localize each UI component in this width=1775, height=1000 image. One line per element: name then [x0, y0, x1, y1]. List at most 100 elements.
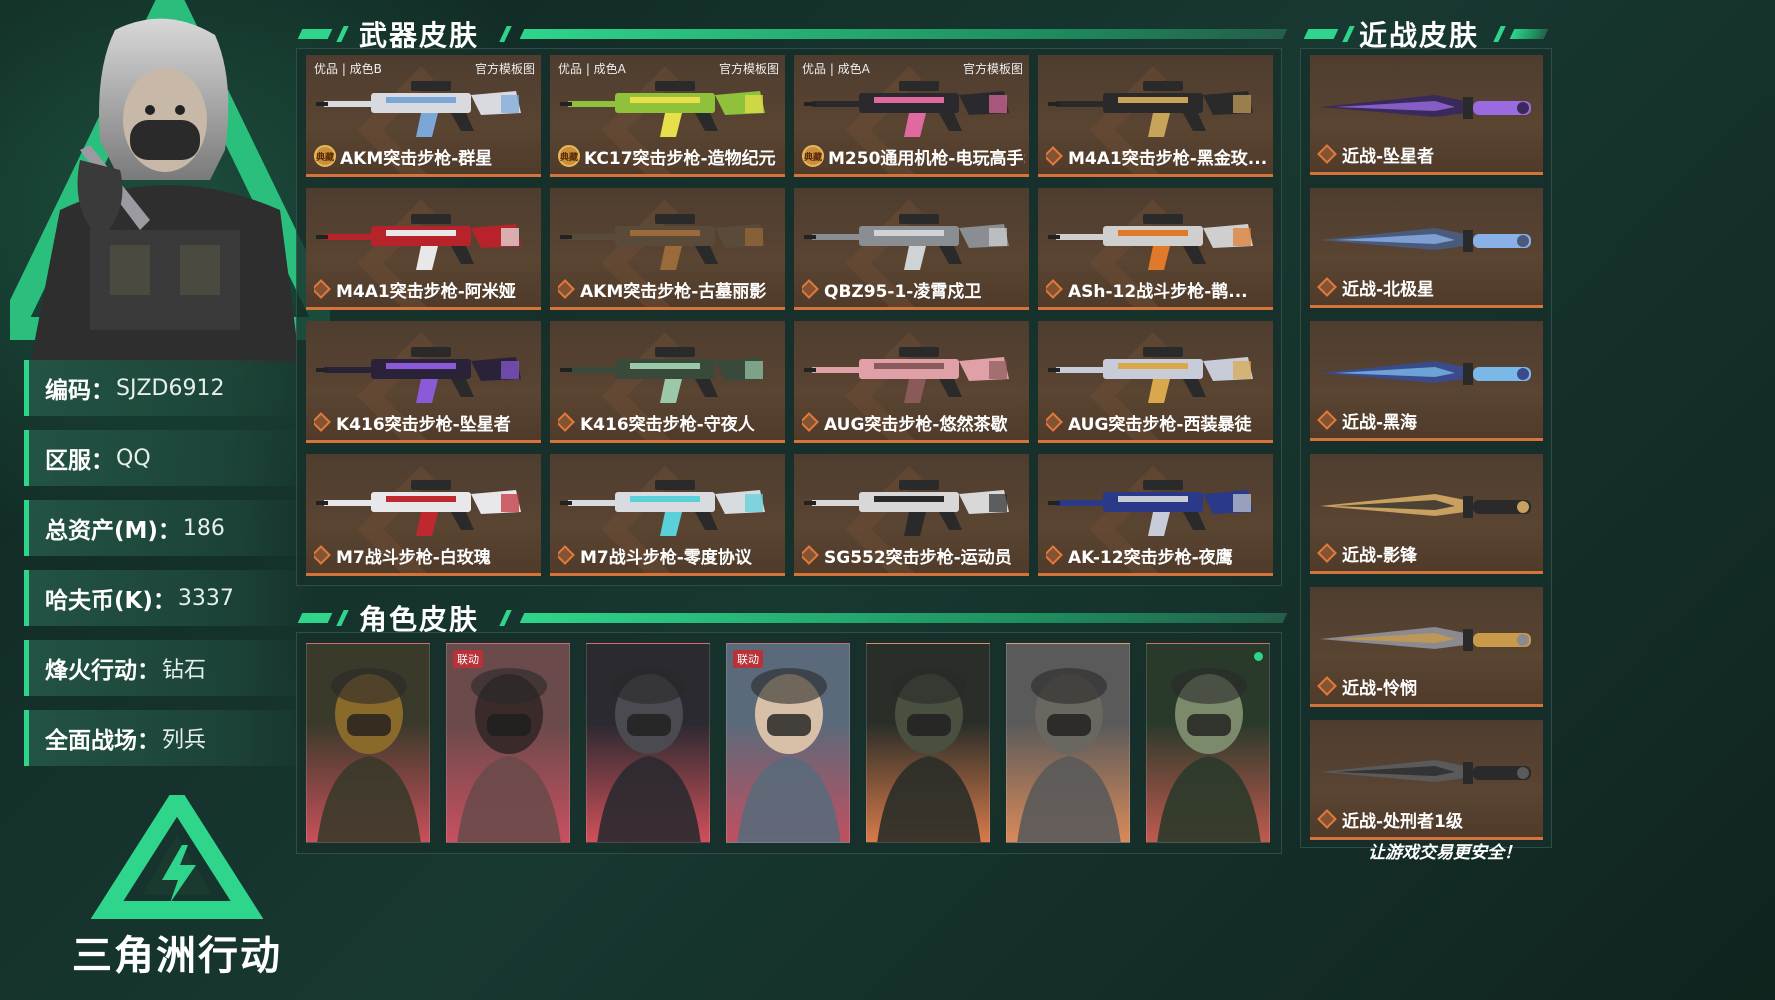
melee-name: 近战-坠星者	[1342, 146, 1435, 167]
weapon-card[interactable]: AK-12突击步枪-夜鹰	[1038, 454, 1273, 576]
portrait-part	[1047, 714, 1091, 736]
character-skin-card[interactable]	[306, 643, 430, 843]
weapon-part	[660, 512, 682, 536]
portrait-part	[627, 714, 671, 736]
weapon-card[interactable]: ASh-12战斗步枪-鹊...	[1038, 188, 1273, 310]
weapon-name: K416突击步枪-守夜人	[580, 414, 755, 435]
melee-part	[1463, 363, 1473, 385]
weapon-label: K416突击步枪-守夜人	[558, 410, 781, 434]
weapon-image	[1048, 81, 1253, 137]
melee-card[interactable]: 近战-处刑者1级	[1310, 720, 1543, 840]
portrait-part	[317, 756, 421, 842]
header-bar	[1342, 26, 1355, 42]
rarity-diamond-icon	[802, 279, 819, 299]
weapon-part	[1148, 512, 1170, 536]
melee-label: 近战-坠星者	[1317, 142, 1435, 167]
weapon-part	[904, 113, 926, 137]
info-key: 哈夫币(K)：	[45, 588, 176, 614]
weapon-part	[989, 228, 1007, 246]
character-skin-card[interactable]: 联动	[446, 643, 570, 843]
melee-part	[1463, 230, 1473, 252]
weapon-part	[1183, 379, 1206, 397]
melee-card[interactable]: 近战-怜悯	[1310, 587, 1543, 707]
weapon-card[interactable]: AKM突击步枪-古墓丽影	[550, 188, 785, 310]
weapon-part	[899, 81, 939, 91]
melee-image	[1320, 95, 1531, 119]
character-portrait	[1157, 668, 1261, 842]
info-value: SJZD6912	[116, 375, 225, 401]
weapon-part	[874, 496, 944, 502]
rarity-diamond-icon	[1046, 545, 1063, 565]
weapon-card[interactable]: SG552突击步枪-运动员	[794, 454, 1029, 576]
character-skin-card[interactable]	[586, 643, 710, 843]
weapon-card[interactable]: M4A1突击步枪-阿米娅	[306, 188, 541, 310]
collab-tag: 联动	[733, 650, 763, 668]
rarity-diamond-icon	[314, 279, 331, 299]
weapon-card[interactable]: AUG突击步枪-西装暴徒	[1038, 321, 1273, 443]
header-bar	[1509, 29, 1549, 39]
melee-card[interactable]: 近战-北极星	[1310, 188, 1543, 308]
melee-card[interactable]: 近战-影锋	[1310, 454, 1543, 574]
weapon-part	[630, 363, 700, 369]
delta-logo-icon	[90, 795, 264, 919]
weapon-part	[655, 214, 695, 224]
weapon-card[interactable]: 优品 | 成色B 官方模板图 典藏 AKM突击步枪-群星	[306, 55, 541, 177]
weapon-image	[316, 214, 521, 270]
info-value: 3337	[177, 585, 234, 611]
weapon-part	[695, 113, 718, 131]
weapon-card[interactable]: M7战斗步枪-白玫瑰	[306, 454, 541, 576]
weapon-part	[411, 81, 451, 91]
weapon-card[interactable]: K416突击步枪-守夜人	[550, 321, 785, 443]
melee-card[interactable]: 近战-黑海	[1310, 321, 1543, 441]
weapon-part	[660, 379, 682, 403]
weapon-part	[904, 246, 926, 270]
weapon-part	[1148, 246, 1170, 270]
rarity-diamond-icon	[1317, 144, 1337, 164]
weapon-part	[660, 113, 682, 137]
weapon-part	[939, 512, 962, 530]
weapon-part	[655, 347, 695, 357]
weapon-card[interactable]: AUG突击步枪-悠然茶歇	[794, 321, 1029, 443]
weapon-part	[416, 246, 438, 270]
weapon-part	[560, 501, 572, 505]
character-skin-card[interactable]	[1146, 643, 1270, 843]
weapon-card[interactable]: M4A1突击步枪-黑金玫...	[1038, 55, 1273, 177]
weapon-image	[560, 214, 765, 270]
melee-card[interactable]: 近战-坠星者	[1310, 55, 1543, 175]
weapon-part	[386, 97, 456, 103]
rarity-diamond-icon	[1046, 146, 1063, 166]
character-skin-card[interactable]	[866, 643, 990, 843]
weapon-card[interactable]: 优品 | 成色A 官方模板图 典藏 KC17突击步枪-造物纪元	[550, 55, 785, 177]
portrait-part	[457, 756, 561, 842]
portrait-part	[1017, 756, 1121, 842]
header-bar	[519, 613, 1288, 623]
weapon-part	[316, 368, 328, 372]
portrait-part	[487, 714, 531, 736]
weapon-part	[316, 235, 328, 239]
weapon-image	[1048, 214, 1253, 270]
character-skin-card[interactable]: 联动	[726, 643, 850, 843]
weapon-card[interactable]: QBZ95-1-凌霄戍卫	[794, 188, 1029, 310]
weapon-card[interactable]: K416突击步枪-坠星者	[306, 321, 541, 443]
weapon-card[interactable]: M7战斗步枪-零度协议	[550, 454, 785, 576]
melee-part	[1517, 368, 1529, 380]
weapon-part	[1143, 480, 1183, 490]
footer-slogan: 让游戏交易更安全！	[1368, 843, 1521, 863]
weapon-part	[630, 97, 700, 103]
info-value: 186	[182, 515, 225, 541]
melee-part	[1463, 496, 1473, 518]
template-tag: 官方模板图	[718, 62, 779, 76]
character-skin-card[interactable]	[1006, 643, 1130, 843]
info-key: 总资产(M)：	[45, 518, 181, 544]
info-key: 编码：	[45, 378, 114, 404]
rarity-diamond-icon	[802, 545, 819, 565]
melee-image	[1320, 494, 1531, 518]
weapon-part	[1143, 81, 1183, 91]
weapon-part	[989, 95, 1007, 113]
weapon-part	[451, 246, 474, 264]
weapon-name: M7战斗步枪-白玫瑰	[336, 547, 491, 568]
weapon-label: AUG突击步枪-悠然茶歇	[802, 410, 1025, 434]
weapon-card[interactable]: 优品 | 成色A 官方模板图典藏M250通用机枪-电玩高手S2	[794, 55, 1029, 177]
collab-tag: 联动	[453, 650, 483, 668]
weapon-label: M7战斗步枪-白玫瑰	[314, 543, 537, 567]
